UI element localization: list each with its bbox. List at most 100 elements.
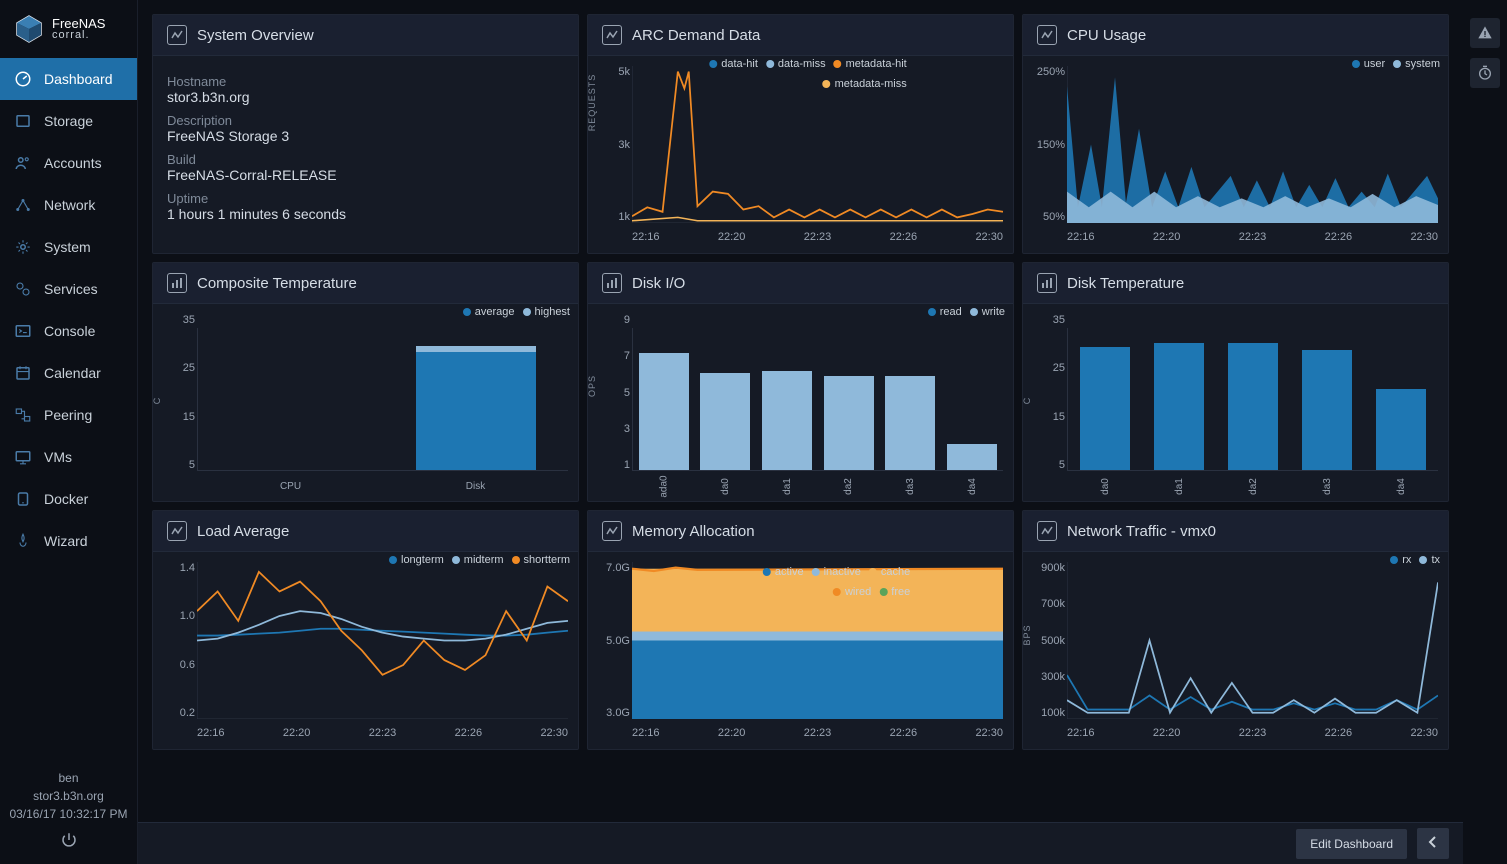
power-button[interactable]	[0, 831, 137, 852]
sidebar-footer: ben stor3.b3n.org 03/16/17 10:32:17 PM	[0, 761, 137, 864]
bar-label: da1	[1174, 478, 1185, 495]
edit-dashboard-button[interactable]: Edit Dashboard	[1296, 829, 1407, 859]
logo-icon	[14, 14, 44, 44]
alerts-button[interactable]	[1470, 18, 1500, 48]
legend-item: write	[970, 306, 1005, 318]
accounts-icon	[14, 154, 32, 172]
nav-item-storage[interactable]: Storage	[0, 100, 137, 142]
overview-label: Build	[167, 152, 564, 167]
y-ticks: 3525155	[1031, 314, 1065, 471]
timer-icon	[1477, 65, 1493, 81]
nav: Dashboard Storage Accounts Network System Ser…	[0, 58, 137, 761]
legend: average highest	[463, 306, 570, 318]
vms-icon	[14, 448, 32, 466]
tasks-button[interactable]	[1470, 58, 1500, 88]
system-icon	[14, 238, 32, 256]
bar-label: da2	[1248, 478, 1259, 495]
nav-item-accounts[interactable]: Accounts	[0, 142, 137, 184]
legend-item: highest	[523, 306, 570, 318]
bars: CPU Disk	[197, 328, 568, 471]
nav-item-services[interactable]: Services	[0, 268, 137, 310]
x-ticks: 22:1622:2022:2322:2622:30	[632, 727, 1003, 739]
y-ticks: 7.0G5.0G3.0G	[596, 562, 630, 719]
nav-label: Storage	[44, 113, 93, 129]
app-logo: FreeNAS corral.	[0, 0, 137, 58]
card-composite-temp: Composite Temperature C 3525155 averageh…	[152, 262, 579, 502]
nav-item-peering[interactable]: Peering	[0, 394, 137, 436]
nav-item-console[interactable]: Console	[0, 310, 137, 352]
x-ticks: 22:1622:2022:2322:2622:30	[1067, 727, 1438, 739]
wizard-icon	[14, 532, 32, 550]
network-icon	[14, 196, 32, 214]
nav-label: Accounts	[44, 155, 102, 171]
load-chart	[197, 562, 568, 719]
card-disk-io: Disk I/O OPS 97531 readwrite ada0 da0 da…	[587, 262, 1014, 502]
main: System Overview Hostname stor3.b3n.orgDe…	[138, 0, 1463, 864]
card-title: Disk Temperature	[1067, 275, 1184, 292]
peering-icon	[14, 406, 32, 424]
bars: da0 da1 da2 da3 da4	[1067, 328, 1438, 471]
nav-label: Docker	[44, 491, 88, 507]
card-title: CPU Usage	[1067, 27, 1146, 44]
nav-item-docker[interactable]: Docker	[0, 478, 137, 520]
nav-item-vms[interactable]: VMs	[0, 436, 137, 478]
arc-chart	[632, 66, 1003, 223]
legend-item: free	[879, 586, 910, 598]
legend-item: cache	[869, 566, 910, 578]
nav-label: Calendar	[44, 365, 101, 381]
bar-label: da3	[1322, 478, 1333, 495]
bars-icon	[1037, 273, 1057, 293]
chevron-left-icon	[1427, 836, 1439, 848]
nav-label: Network	[44, 197, 95, 213]
lines-icon	[602, 521, 622, 541]
bar-label: CPU	[280, 481, 301, 492]
bar-label: ada0	[658, 475, 669, 497]
legend-item: inactive	[812, 566, 861, 578]
card-arc: ARC Demand Data REQUESTS 5k3k1k data-hit…	[587, 14, 1014, 254]
current-datetime: 03/16/17 10:32:17 PM	[0, 805, 137, 823]
current-host: stor3.b3n.org	[0, 787, 137, 805]
y-ticks: 97531	[596, 314, 630, 471]
overview-value: FreeNAS Storage 3	[167, 128, 564, 144]
alert-icon	[1477, 25, 1493, 41]
bar-label: da0	[1100, 478, 1111, 495]
legend: activeinactivecachewiredfree	[725, 566, 911, 598]
nav-label: VMs	[44, 449, 72, 465]
current-user: ben	[0, 769, 137, 787]
nav-label: Wizard	[44, 533, 88, 549]
nav-item-network[interactable]: Network	[0, 184, 137, 226]
lines-icon	[1037, 25, 1057, 45]
overview-body[interactable]: Hostname stor3.b3n.orgDescription FreeNA…	[153, 56, 578, 253]
bar-label: da3	[905, 478, 916, 495]
storage-icon	[14, 112, 32, 130]
cpu-chart	[1067, 66, 1438, 223]
lines-icon	[1037, 521, 1057, 541]
nav-label: Peering	[44, 407, 92, 423]
nav-label: Services	[44, 281, 98, 297]
nav-label: Console	[44, 323, 95, 339]
bar-label: da2	[843, 478, 854, 495]
legend-item: average	[463, 306, 515, 318]
x-ticks: 22:1622:2022:2322:2622:30	[632, 231, 1003, 243]
calendar-icon	[14, 364, 32, 382]
nav-item-wizard[interactable]: Wizard	[0, 520, 137, 562]
nav-item-system[interactable]: System	[0, 226, 137, 268]
overview-label: Description	[167, 113, 564, 128]
docker-icon	[14, 490, 32, 508]
overview-value: stor3.b3n.org	[167, 89, 564, 105]
card-title: ARC Demand Data	[632, 27, 760, 44]
dashboard-grid: System Overview Hostname stor3.b3n.orgDe…	[152, 14, 1449, 750]
nav-item-calendar[interactable]: Calendar	[0, 352, 137, 394]
collapse-button[interactable]	[1417, 828, 1449, 859]
y-ticks: 5k3k1k	[596, 66, 630, 223]
legend: read write	[928, 306, 1005, 318]
legend-item: read	[928, 306, 962, 318]
nav-item-dashboard[interactable]: Dashboard	[0, 58, 137, 100]
x-ticks: 22:1622:2022:2322:2622:30	[1067, 231, 1438, 243]
card-memory: Memory Allocation 7.0G5.0G3.0G activeina…	[587, 510, 1014, 750]
legend-item: wired	[833, 586, 871, 598]
lines-icon	[167, 521, 187, 541]
overview-label: Uptime	[167, 191, 564, 206]
bar-label: da4	[1396, 478, 1407, 495]
card-title: Memory Allocation	[632, 523, 755, 540]
